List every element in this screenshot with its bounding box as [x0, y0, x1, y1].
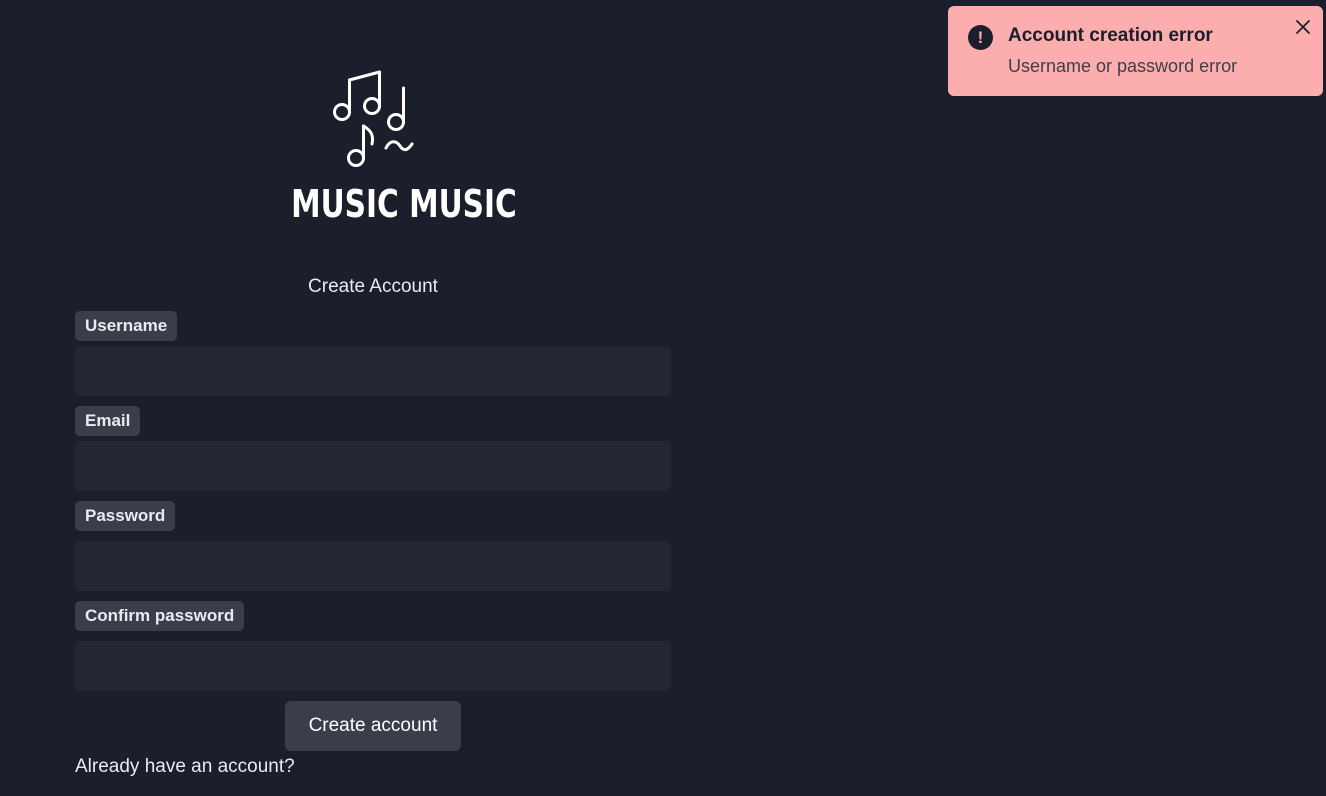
signin-link[interactable]: Already have an account?: [75, 756, 295, 778]
close-icon[interactable]: [1293, 17, 1313, 37]
toast-title: Account creation error: [1008, 25, 1213, 46]
app-logo: MUSIC MUSIC: [268, 66, 517, 228]
toast-message: Username or password error: [1008, 56, 1238, 76]
email-input[interactable]: [75, 441, 671, 491]
logo-wordmark: MUSIC MUSIC: [291, 182, 517, 226]
error-toast: ! Account creation error Username or pas…: [948, 6, 1323, 96]
confirm-password-label: Confirm password: [75, 601, 245, 631]
username-input[interactable]: [75, 346, 671, 396]
create-account-button[interactable]: Create account: [285, 701, 461, 751]
exclamation-icon: !: [968, 25, 993, 50]
music-notes-icon: [333, 70, 414, 167]
password-label: Password: [75, 501, 176, 531]
password-input[interactable]: [75, 541, 671, 591]
email-label: Email: [75, 406, 141, 436]
username-label: Username: [75, 311, 178, 341]
confirm-password-input[interactable]: [75, 641, 671, 691]
form-title: Create Account: [308, 276, 438, 297]
